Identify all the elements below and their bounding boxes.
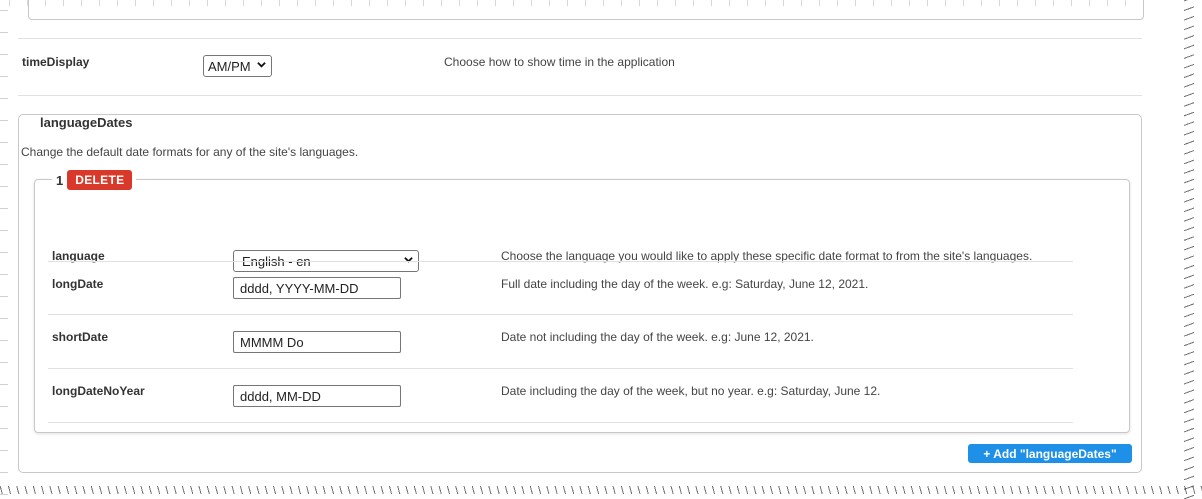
long-date-no-year-label: longDateNoYear (52, 384, 145, 398)
divider (18, 95, 1142, 96)
divider (18, 38, 1142, 39)
divider (48, 314, 1073, 315)
torn-bottom-edge (0, 483, 1202, 499)
long-date-no-year-input[interactable] (233, 385, 401, 407)
long-date-input[interactable] (233, 277, 401, 299)
short-date-label: shortDate (52, 330, 109, 344)
short-date-help: Date not including the day of the week. … (501, 330, 814, 344)
item-index: 1 (56, 172, 64, 188)
add-language-dates-button[interactable]: + Add "languageDates" (968, 444, 1132, 463)
torn-left-edge (0, 0, 8, 499)
time-display-select[interactable]: AM/PM (203, 55, 272, 77)
time-display-label: timeDisplay (22, 55, 90, 69)
long-date-label: longDate (52, 277, 104, 291)
long-date-no-year-help: Date including the day of the week, but … (501, 384, 881, 398)
divider (48, 368, 1073, 369)
delete-button[interactable]: DELETE (67, 170, 133, 190)
time-display-select-wrap: AM/PM (203, 55, 272, 77)
divider (48, 261, 1073, 262)
language-date-item-legend: 1 DELETE (52, 170, 137, 190)
short-date-input[interactable] (233, 331, 401, 353)
language-dates-legend: languageDates (34, 115, 139, 130)
long-date-help: Full date including the day of the week.… (501, 277, 869, 291)
time-display-help: Choose how to show time in the applicati… (444, 55, 675, 69)
previous-field-box (28, 0, 1144, 20)
torn-right-edge (1150, 0, 1202, 499)
language-dates-description: Change the default date formats for any … (21, 145, 359, 159)
divider (48, 422, 1073, 423)
